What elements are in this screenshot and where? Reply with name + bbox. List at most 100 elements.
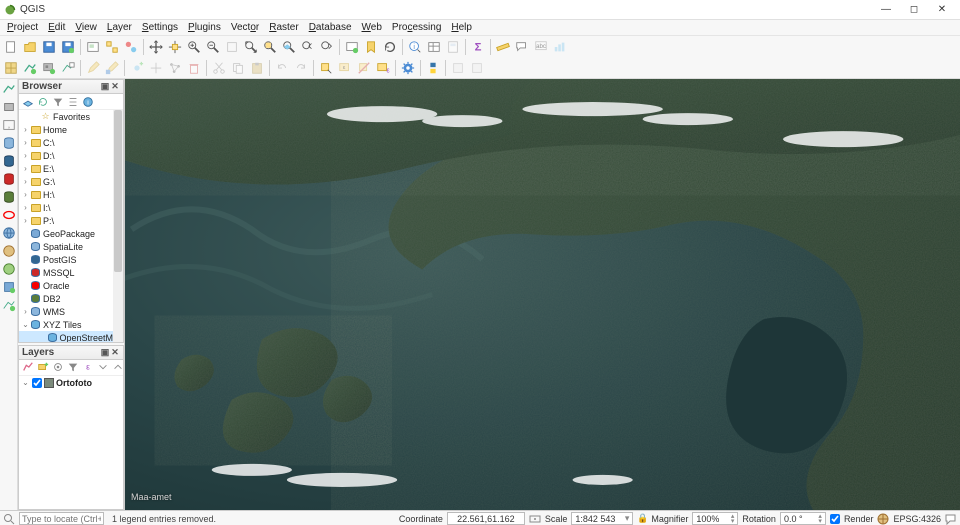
filter-by-expression-icon[interactable]: ε	[81, 360, 95, 374]
add-feature-button[interactable]	[128, 59, 146, 77]
layer-item[interactable]: ⌄Ortofoto	[19, 376, 123, 390]
map-canvas[interactable]: Maa-amet	[124, 79, 960, 510]
node-tool-button[interactable]	[166, 59, 184, 77]
redo-button[interactable]	[292, 59, 310, 77]
new-geopackage-icon[interactable]	[1, 279, 17, 295]
open-project-button[interactable]	[21, 38, 39, 56]
new-shapefile-button[interactable]	[59, 59, 77, 77]
zoom-to-selection-button[interactable]	[261, 38, 279, 56]
menu-plugins[interactable]: Plugins	[183, 21, 226, 34]
browser-item[interactable]: ›P:\	[19, 214, 123, 227]
new-print-layout-button[interactable]	[84, 38, 102, 56]
manage-map-themes-icon[interactable]	[51, 360, 65, 374]
move-feature-button[interactable]	[147, 59, 165, 77]
browser-panel-header[interactable]: Browser ▣ ✕	[19, 80, 123, 94]
add-vector-layer-icon[interactable]	[1, 81, 17, 97]
add-oracle-icon[interactable]	[1, 207, 17, 223]
browser-item[interactable]: ›D:\	[19, 149, 123, 162]
menu-view[interactable]: View	[70, 21, 102, 34]
browser-tree[interactable]: ☆Favorites›Home›C:\›D:\›E:\›G:\›H:\›I:\›…	[19, 110, 123, 342]
pan-map-button[interactable]	[147, 38, 165, 56]
select-by-expression-button[interactable]: ε	[374, 59, 392, 77]
copy-button[interactable]	[229, 59, 247, 77]
rotation-input[interactable]: 0.0 °▴▾	[780, 512, 826, 525]
close-panel-icon[interactable]: ✕	[110, 81, 120, 92]
collapse-all-icon[interactable]	[66, 95, 80, 109]
undock-panel-icon[interactable]: ▣	[100, 81, 110, 92]
zoom-native-button[interactable]	[223, 38, 241, 56]
open-data-source-manager-button[interactable]	[2, 59, 20, 77]
window-close-button[interactable]: ✕	[928, 4, 956, 15]
filter-browser-icon[interactable]	[51, 95, 65, 109]
add-postgis-icon[interactable]	[1, 153, 17, 169]
add-delimited-text-icon[interactable]: ,	[1, 117, 17, 133]
window-minimize-button[interactable]: —	[872, 4, 900, 15]
browser-item[interactable]: OpenStreetMap	[19, 331, 123, 342]
browser-item[interactable]: ›C:\	[19, 136, 123, 149]
undock-layers-icon[interactable]: ▣	[100, 347, 110, 358]
zoom-full-button[interactable]	[242, 38, 260, 56]
measure-line-button[interactable]	[494, 38, 512, 56]
processing-toolbox-button[interactable]	[399, 59, 417, 77]
menu-processing[interactable]: Processing	[387, 21, 446, 34]
menu-settings[interactable]: Settings	[137, 21, 183, 34]
menu-raster[interactable]: Raster	[264, 21, 303, 34]
paste-button[interactable]	[248, 59, 266, 77]
add-vector-layer-button[interactable]	[21, 59, 39, 77]
statistics-button[interactable]: Σ	[469, 38, 487, 56]
crs-label[interactable]: EPSG:4326	[893, 514, 941, 524]
browser-item[interactable]: Oracle	[19, 279, 123, 292]
add-raster-layer-button[interactable]	[40, 59, 58, 77]
save-project-as-button[interactable]	[59, 38, 77, 56]
menu-help[interactable]: Help	[446, 21, 477, 34]
zoom-out-button[interactable]	[204, 38, 222, 56]
style-manager-button[interactable]	[122, 38, 140, 56]
delete-selected-button[interactable]	[185, 59, 203, 77]
browser-item[interactable]: MSSQL	[19, 266, 123, 279]
collapse-all-layers-icon[interactable]	[111, 360, 125, 374]
browser-item[interactable]: ⌄XYZ Tiles	[19, 318, 123, 331]
menu-edit[interactable]: Edit	[43, 21, 70, 34]
text-annotation-button[interactable]: abc	[532, 38, 550, 56]
menu-layer[interactable]: Layer	[102, 21, 137, 34]
new-map-view-button[interactable]	[343, 38, 361, 56]
menu-project[interactable]: Project	[2, 21, 43, 34]
zoom-to-layer-button[interactable]	[280, 38, 298, 56]
map-tips-button[interactable]	[513, 38, 531, 56]
identify-button[interactable]: i	[406, 38, 424, 56]
plugin-button-2[interactable]	[468, 59, 486, 77]
browser-item[interactable]: ›G:\	[19, 175, 123, 188]
add-wcs-icon[interactable]	[1, 243, 17, 259]
browser-item[interactable]: DB2	[19, 292, 123, 305]
pan-to-selection-button[interactable]	[166, 38, 184, 56]
add-wms-icon[interactable]	[1, 225, 17, 241]
new-project-button[interactable]	[2, 38, 20, 56]
python-console-button[interactable]	[424, 59, 442, 77]
crs-icon[interactable]	[877, 513, 889, 525]
coordinate-input[interactable]: 22.561,61.162	[447, 512, 525, 525]
menu-web[interactable]: Web	[357, 21, 387, 34]
layers-panel-header[interactable]: Layers ▣ ✕	[19, 346, 123, 360]
layer-styling-icon[interactable]	[21, 360, 35, 374]
browser-item[interactable]: ›WMS	[19, 305, 123, 318]
lock-scale-icon[interactable]: 🔒	[637, 513, 647, 524]
save-edits-button[interactable]	[103, 59, 121, 77]
browser-item[interactable]: SpatiaLite	[19, 240, 123, 253]
add-raster-layer-icon[interactable]	[1, 99, 17, 115]
new-shapefile-icon[interactable]	[1, 297, 17, 313]
show-statistical-button[interactable]	[551, 38, 569, 56]
properties-widget-icon[interactable]: i	[81, 95, 95, 109]
close-layers-icon[interactable]: ✕	[110, 347, 120, 358]
menu-database[interactable]: Database	[304, 21, 357, 34]
add-layer-icon[interactable]	[21, 95, 35, 109]
add-wfs-icon[interactable]	[1, 261, 17, 277]
browser-item[interactable]: ☆Favorites	[19, 110, 123, 123]
render-checkbox[interactable]	[830, 514, 840, 524]
scale-input[interactable]: 1:842 543▾	[571, 512, 633, 525]
browser-scrollbar[interactable]	[113, 110, 123, 342]
browser-item[interactable]: PostGIS	[19, 253, 123, 266]
expand-all-layers-icon[interactable]	[96, 360, 110, 374]
layout-manager-button[interactable]	[103, 38, 121, 56]
zoom-in-button[interactable]	[185, 38, 203, 56]
window-maximize-button[interactable]: ◻	[900, 4, 928, 15]
